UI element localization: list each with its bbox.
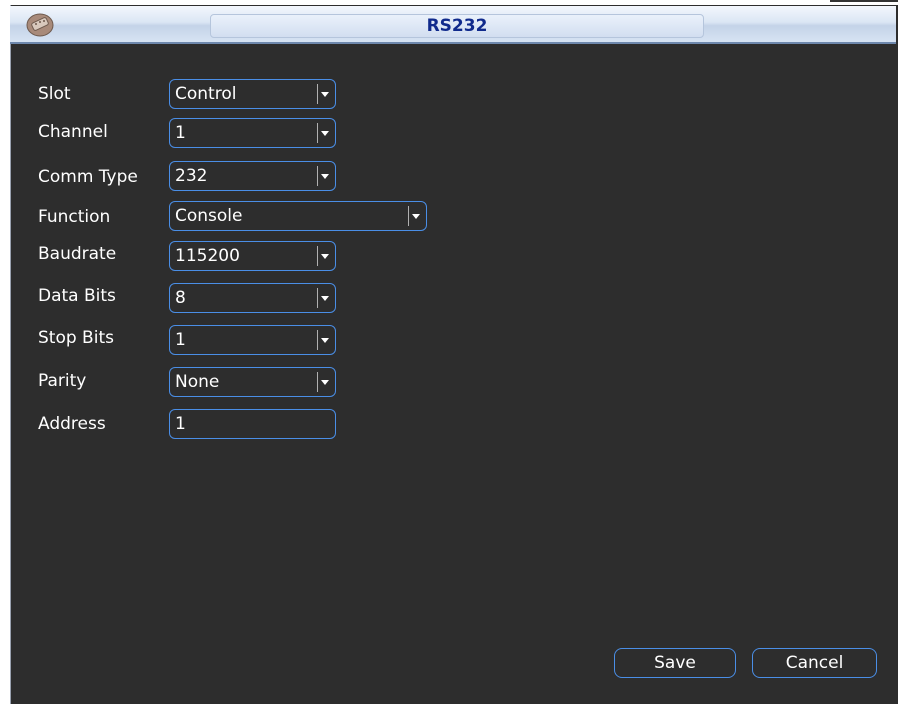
address-input[interactable]: 1 — [169, 409, 336, 439]
function-dropdown[interactable]: Console — [169, 201, 427, 231]
window-title: RS232 — [210, 14, 704, 38]
comm-type-dropdown[interactable]: 232 — [169, 161, 336, 191]
address-label: Address — [38, 414, 106, 434]
data-bits-value: 8 — [175, 288, 186, 308]
chevron-down-icon[interactable] — [317, 123, 332, 143]
comm-type-label: Comm Type — [38, 167, 138, 187]
baudrate-value: 115200 — [175, 246, 240, 266]
chevron-down-icon[interactable] — [317, 330, 332, 350]
serial-connector-icon — [26, 13, 54, 37]
rs232-window — [10, 5, 898, 704]
slot-dropdown[interactable]: Control — [169, 79, 336, 109]
parity-dropdown[interactable]: None — [169, 367, 336, 397]
stop-bits-dropdown[interactable]: 1 — [169, 325, 336, 355]
chevron-down-icon[interactable] — [317, 84, 332, 104]
chevron-down-icon[interactable] — [408, 206, 423, 226]
parity-label: Parity — [38, 371, 87, 391]
channel-value: 1 — [175, 123, 186, 143]
baudrate-label: Baudrate — [38, 244, 117, 264]
address-value: 1 — [175, 414, 186, 434]
slot-label: Slot — [38, 84, 71, 104]
function-label: Function — [38, 207, 111, 227]
data-bits-label: Data Bits — [38, 286, 116, 306]
chevron-down-icon[interactable] — [317, 166, 332, 186]
chevron-down-icon[interactable] — [317, 246, 332, 266]
save-button[interactable]: Save — [614, 648, 736, 678]
data-bits-dropdown[interactable]: 8 — [169, 283, 336, 313]
title-bar: RS232 — [10, 6, 896, 44]
cancel-button[interactable]: Cancel — [752, 648, 877, 678]
parity-value: None — [175, 372, 220, 392]
stop-bits-label: Stop Bits — [38, 328, 114, 348]
baudrate-dropdown[interactable]: 115200 — [169, 241, 336, 271]
channel-dropdown[interactable]: 1 — [169, 118, 336, 148]
chevron-down-icon[interactable] — [317, 288, 332, 308]
channel-label: Channel — [38, 122, 108, 142]
stop-bits-value: 1 — [175, 330, 186, 350]
slot-value: Control — [175, 84, 237, 104]
comm-type-value: 232 — [175, 166, 208, 186]
chevron-down-icon[interactable] — [317, 372, 332, 392]
function-value: Console — [175, 206, 243, 226]
